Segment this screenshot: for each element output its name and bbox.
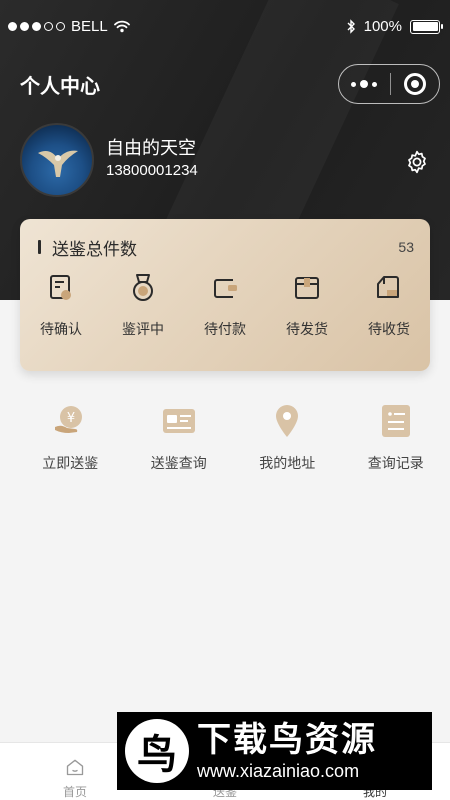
eagle-image-icon <box>38 150 78 177</box>
document-clock-icon <box>50 275 71 300</box>
title-accent-bar <box>38 240 41 254</box>
order-status-pending-confirm[interactable]: 待确认 <box>20 273 102 339</box>
carrier-name: BELL <box>71 18 108 35</box>
gear-icon[interactable] <box>404 149 430 175</box>
medal-icon <box>133 274 153 301</box>
watermark-bird-logo-icon: 鸟 <box>125 719 189 783</box>
order-status-label: 待付款 <box>204 321 246 337</box>
user-phone: 13800001234 <box>106 162 198 179</box>
location-pin-icon <box>276 405 299 437</box>
order-status-pending-payment[interactable]: 待付款 <box>184 273 266 339</box>
record-list-icon <box>381 405 410 437</box>
yen-hand-icon: ¥ <box>55 406 83 433</box>
tool-query-history[interactable]: 查询记录 <box>342 403 450 473</box>
order-status-evaluating[interactable]: 鉴评中 <box>102 273 184 339</box>
wallet-icon <box>214 279 237 298</box>
close-target-icon[interactable] <box>391 73 439 95</box>
tool-my-address[interactable]: 我的地址 <box>233 403 342 473</box>
bluetooth-icon <box>347 19 355 34</box>
summary-title: 送鉴总件数 <box>52 240 137 259</box>
id-card-icon <box>162 409 195 433</box>
tool-submit-appraisal[interactable]: ¥ 立即送鉴 <box>16 403 125 473</box>
tool-label: 我的地址 <box>259 455 316 471</box>
watermark-title: 下载鸟资源 <box>197 721 377 759</box>
truck-icon <box>377 276 399 298</box>
wifi-icon <box>113 20 130 33</box>
status-left: BELL <box>8 18 130 35</box>
tool-label: 立即送鉴 <box>42 455 99 471</box>
svg-text:¥: ¥ <box>67 411 75 426</box>
battery-percent: 100% <box>363 18 402 35</box>
avatar[interactable] <box>20 123 94 197</box>
order-status-list: 待确认 鉴评中 待付款 待发货 待收货 <box>20 273 430 339</box>
order-status-label: 待收货 <box>368 321 410 337</box>
summary-card: 送鉴总件数 53 待确认 鉴评中 待付款 待发货 待收货 <box>20 219 430 371</box>
status-right: 100% <box>347 18 443 35</box>
more-dots-icon[interactable] <box>339 80 390 88</box>
tab-label: 首页 <box>62 785 87 799</box>
battery-icon <box>410 19 443 34</box>
order-status-label: 待确认 <box>40 321 82 337</box>
quick-tools: ¥ 立即送鉴 送鉴查询 我的地址 查询记录 <box>0 403 450 473</box>
status-bar: BELL 100% <box>0 0 450 56</box>
order-status-label: 待发货 <box>286 321 328 337</box>
order-status-pending-receipt[interactable]: 待收货 <box>348 273 430 339</box>
watermark-banner: 鸟 下载鸟资源 www.xiazainiao.com <box>117 712 432 790</box>
home-icon <box>66 759 84 776</box>
tool-label: 送鉴查询 <box>150 455 207 471</box>
user-name: 自由的天空 <box>106 138 196 158</box>
tool-appraisal-query[interactable]: 送鉴查询 <box>125 403 234 473</box>
mini-program-capsule <box>338 64 440 104</box>
page-title: 个人中心 <box>20 76 100 98</box>
order-status-label: 鉴评中 <box>122 321 164 337</box>
watermark-url: www.xiazainiao.com <box>197 761 360 781</box>
signal-dots-icon <box>8 22 65 31</box>
watermark-text: 下载鸟资源 www.xiazainiao.com <box>197 720 377 782</box>
summary-count: 53 <box>398 239 414 255</box>
box-icon <box>295 277 319 299</box>
tool-label: 查询记录 <box>367 455 424 471</box>
order-status-pending-shipment[interactable]: 待发货 <box>266 273 348 339</box>
